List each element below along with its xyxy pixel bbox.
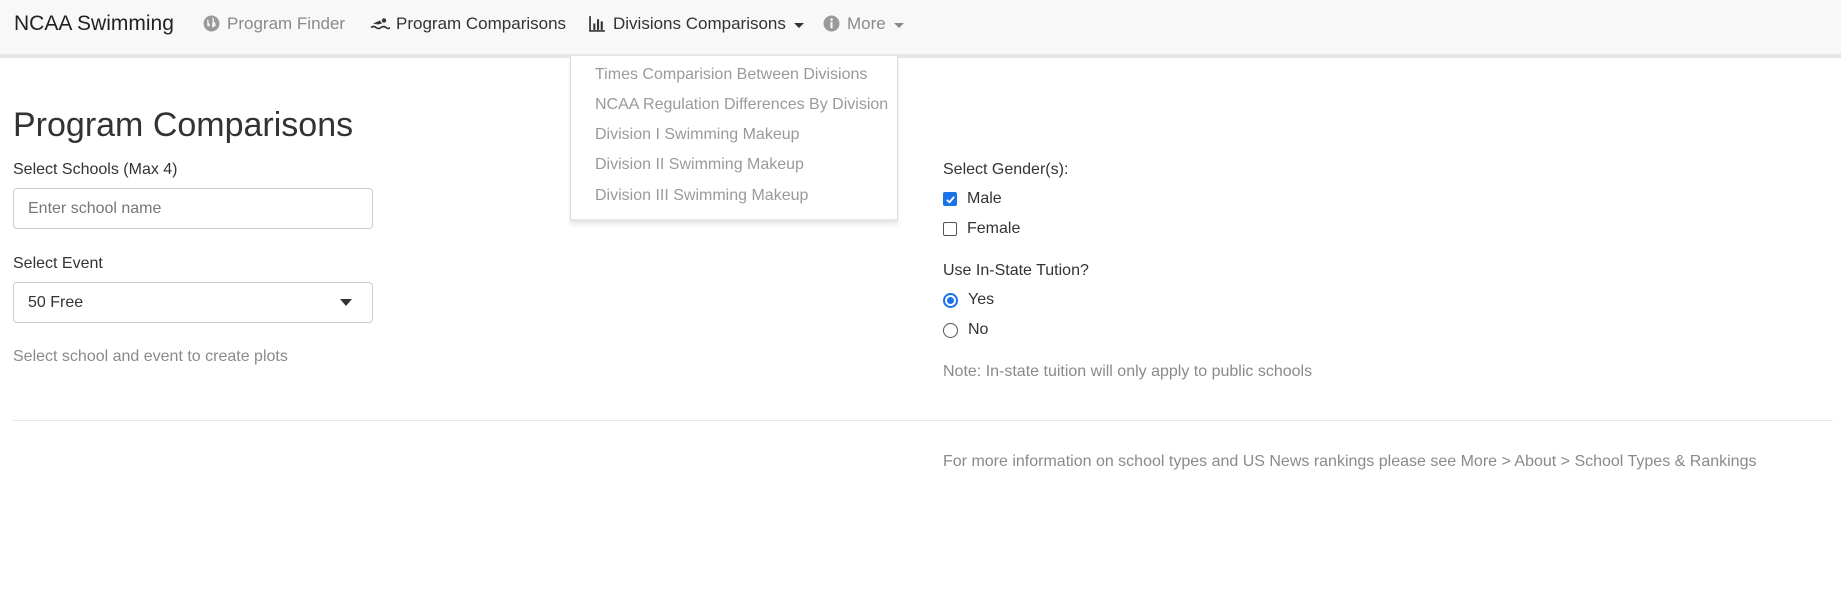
check-icon xyxy=(945,195,955,204)
tuition-option-yes[interactable]: Yes xyxy=(943,291,994,309)
dropdown-item-division-ii[interactable]: Division II Swimming Makeup xyxy=(595,156,804,174)
plot-help-text: Select school and event to create plots xyxy=(13,348,288,365)
female-checkbox[interactable] xyxy=(943,222,957,236)
nav-program-finder[interactable]: Program Finder xyxy=(203,14,345,34)
female-label: Female xyxy=(967,220,1021,237)
event-select-value: 50 Free xyxy=(28,293,84,311)
yes-label: Yes xyxy=(968,291,995,308)
caret-down-icon xyxy=(793,22,804,28)
tuition-option-no[interactable]: No xyxy=(943,321,988,339)
school-search-input[interactable] xyxy=(13,188,373,229)
nav-program-comparisons[interactable]: Program Comparisons xyxy=(370,14,566,34)
caret-down-icon xyxy=(893,22,904,28)
dropdown-item-times-comparison[interactable]: Times Comparision Between Divisions xyxy=(595,66,867,84)
info-icon xyxy=(823,15,841,33)
no-radio[interactable] xyxy=(943,322,958,338)
event-select[interactable]: 50 Free xyxy=(13,282,373,323)
no-label: No xyxy=(968,321,989,338)
schools-label: Select Schools (Max 4) xyxy=(13,161,178,178)
gender-option-male[interactable]: Male xyxy=(943,190,1002,208)
male-label: Male xyxy=(967,190,1002,207)
section-divider xyxy=(13,420,1833,421)
dropdown-item-regulation-differences[interactable]: NCAA Regulation Differences By Division xyxy=(595,96,888,114)
gender-option-female[interactable]: Female xyxy=(943,220,1020,238)
nav-divisions-comparisons[interactable]: Divisions Comparisons xyxy=(589,14,804,34)
tuition-label: Use In-State Tution? xyxy=(943,262,1089,279)
brand-title[interactable]: NCAA Swimming xyxy=(14,12,174,36)
swimmer-icon xyxy=(370,15,390,33)
rankings-info-note: For more information on school types and… xyxy=(943,453,1757,470)
nav-divisions-comparisons-label: Divisions Comparisons xyxy=(613,14,786,33)
nav-more[interactable]: More xyxy=(823,14,904,34)
nav-program-comparisons-label: Program Comparisons xyxy=(396,14,567,33)
event-label: Select Event xyxy=(13,255,103,272)
dropdown-item-division-iii[interactable]: Division III Swimming Makeup xyxy=(595,187,808,205)
dropdown-item-division-i[interactable]: Division I Swimming Makeup xyxy=(595,126,800,144)
navbar: NCAA Swimming Program Finder Program Com… xyxy=(0,0,1841,58)
gender-label: Select Gender(s): xyxy=(943,161,1069,178)
bar-chart-icon xyxy=(589,15,607,33)
tuition-note: Note: In-state tuition will only apply t… xyxy=(943,363,1313,380)
globe-icon xyxy=(203,15,221,33)
page-title: Program Comparisons xyxy=(13,106,354,144)
nav-more-label: More xyxy=(847,14,886,33)
dropdown-arrow-icon xyxy=(340,299,352,306)
divisions-dropdown-menu: Times Comparision Between Divisions NCAA… xyxy=(570,56,898,222)
male-checkbox[interactable] xyxy=(943,192,957,206)
nav-program-finder-label: Program Finder xyxy=(227,14,346,33)
yes-radio[interactable] xyxy=(943,292,958,308)
